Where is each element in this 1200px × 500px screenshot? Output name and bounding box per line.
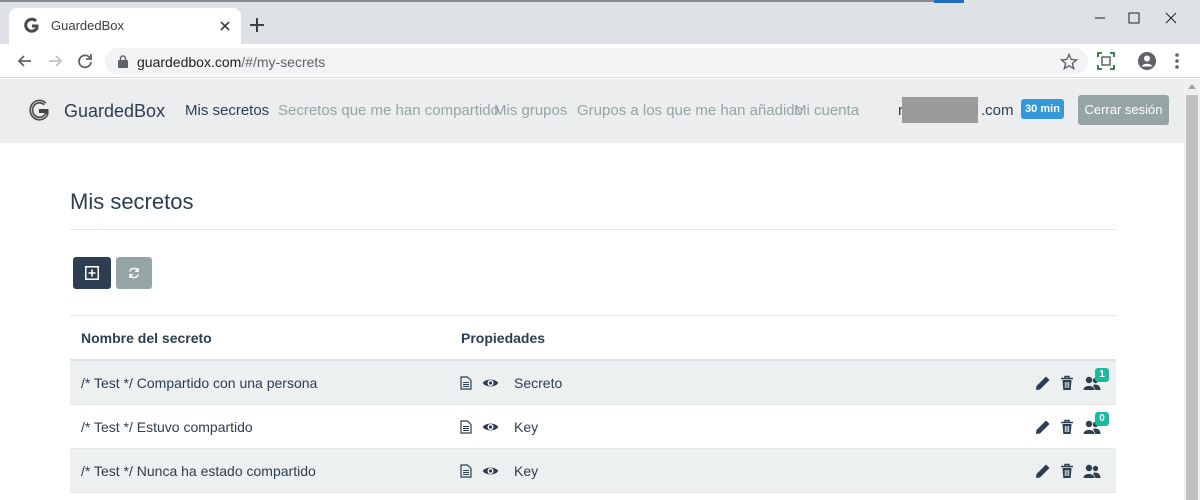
address-bar[interactable]: guardedbox.com/#/my-secrets <box>105 48 1088 75</box>
nav-my-account[interactable]: Mi cuenta <box>794 102 859 119</box>
secret-type: Key <box>514 463 539 479</box>
user-email-suffix: .com <box>981 102 1014 119</box>
refresh-icon <box>129 267 139 279</box>
table-row[interactable]: /* Test */ Compartido con una persona Se… <box>70 361 1116 405</box>
minimize-window-icon[interactable] <box>1085 6 1115 30</box>
app-navbar: GuardedBox Mis secretos Secretos que me … <box>0 79 1184 143</box>
secret-type: Secreto <box>514 375 563 391</box>
browser-toolbar: guardedbox.com/#/my-secrets <box>0 44 1200 78</box>
refresh-button[interactable] <box>116 257 152 289</box>
secret-type: Key <box>514 419 539 435</box>
users-icon[interactable] <box>1083 463 1101 479</box>
column-header-properties: Propiedades <box>461 330 546 346</box>
maximize-window-icon[interactable] <box>1119 6 1149 30</box>
browser-menu-icon[interactable] <box>1166 50 1188 72</box>
column-header-name: Nombre del secreto <box>81 330 212 346</box>
scroll-up-arrow-icon[interactable] <box>1188 83 1196 89</box>
browser-tab[interactable]: GuardedBox <box>9 8 241 44</box>
pencil-icon[interactable] <box>1035 419 1051 435</box>
back-arrow-icon[interactable] <box>14 50 36 72</box>
share-count-badge: 1 <box>1095 368 1109 382</box>
document-icon <box>460 420 472 434</box>
url-text: guardedbox.com/#/my-secrets <box>137 54 325 70</box>
trash-icon[interactable] <box>1059 463 1075 479</box>
logout-button[interactable]: Cerrar sesión <box>1078 95 1169 125</box>
document-icon <box>460 376 472 390</box>
reload-icon[interactable] <box>74 50 96 72</box>
document-icon <box>460 464 472 478</box>
bookmark-star-icon[interactable] <box>1059 52 1079 72</box>
pencil-icon[interactable] <box>1035 375 1051 391</box>
nav-shared-secrets[interactable]: Secretos que me han compartido <box>278 102 499 119</box>
email-redaction <box>902 97 978 123</box>
table-row[interactable]: /* Test */ Estuvo compartido Key 0 <box>70 405 1116 449</box>
profile-avatar-icon[interactable] <box>1136 50 1158 72</box>
trash-icon[interactable] <box>1059 375 1075 391</box>
secret-name: /* Test */ Compartido con una persona <box>81 375 318 391</box>
scrollbar-thumb[interactable] <box>1186 95 1198 500</box>
new-tab-icon[interactable] <box>247 15 267 35</box>
eye-icon[interactable] <box>482 377 499 389</box>
add-secret-button[interactable] <box>73 257 111 289</box>
share-count-badge: 0 <box>1095 412 1109 426</box>
lock-icon <box>118 55 128 68</box>
screen-capture-icon[interactable] <box>1095 50 1117 72</box>
plus-square-icon <box>85 266 99 280</box>
guardedbox-logo-icon[interactable] <box>28 99 50 123</box>
secret-name: /* Test */ Estuvo compartido <box>81 419 253 435</box>
browser-tab-strip: GuardedBox <box>0 0 1200 44</box>
secret-name: /* Test */ Nunca ha estado compartido <box>81 463 316 479</box>
pencil-icon[interactable] <box>1035 463 1051 479</box>
page-title: Mis secretos <box>70 189 194 214</box>
url-path: /#/my-secrets <box>241 54 326 70</box>
url-host: guardedbox.com <box>137 54 242 70</box>
close-tab-icon[interactable] <box>215 16 235 36</box>
secrets-table: Nombre del secreto Propiedades /* Test *… <box>70 315 1116 493</box>
title-divider <box>70 229 1116 230</box>
nav-my-secrets[interactable]: Mis secretos <box>185 102 269 119</box>
forward-arrow-icon[interactable] <box>44 50 66 72</box>
close-window-icon[interactable] <box>1156 6 1186 30</box>
eye-icon[interactable] <box>482 421 499 433</box>
tab-title: GuardedBox <box>51 18 124 33</box>
brand-name[interactable]: GuardedBox <box>64 101 165 122</box>
guardedbox-favicon-icon <box>24 17 39 33</box>
session-timer-badge: 30 min <box>1021 99 1064 119</box>
nav-added-groups[interactable]: Grupos a los que me han añadido <box>577 102 803 119</box>
nav-my-groups[interactable]: Mis grupos <box>494 102 567 119</box>
table-header: Nombre del secreto Propiedades <box>70 315 1116 361</box>
page-viewport: GuardedBox Mis secretos Secretos que me … <box>0 79 1184 500</box>
eye-icon[interactable] <box>482 465 499 477</box>
table-row[interactable]: /* Test */ Nunca ha estado compartido Ke… <box>70 449 1116 493</box>
page-scrollbar[interactable] <box>1184 79 1200 500</box>
trash-icon[interactable] <box>1059 419 1075 435</box>
